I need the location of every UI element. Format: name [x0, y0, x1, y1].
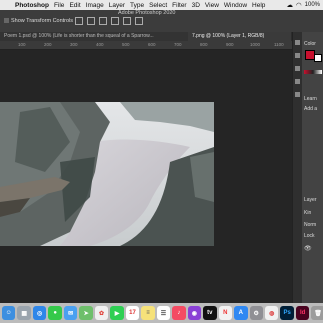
dock: ☺ ▦ ◎ ● ✉ ➤ ✿ ▶ 17 ≡ ☰ ♪ ◉ tv N A ⚙ ◍ Ps…: [0, 303, 323, 323]
background-swatch[interactable]: [314, 54, 322, 62]
facetime-icon[interactable]: ▶: [110, 306, 124, 320]
wifi-icon[interactable]: ◠: [296, 1, 302, 9]
window-title: [124, 0, 224, 10]
menu-help[interactable]: Help: [252, 2, 265, 9]
tab-poem[interactable]: Poem 1.psd @ 100% (Life is shorter than …: [0, 32, 188, 41]
safari-icon[interactable]: ◎: [32, 306, 47, 320]
menu-file[interactable]: File: [54, 2, 64, 9]
layers-tab[interactable]: Layer: [304, 197, 317, 203]
photoshop-icon[interactable]: Ps: [280, 306, 294, 320]
ruler-tick: 400: [96, 42, 104, 47]
news-icon[interactable]: N: [218, 306, 233, 320]
mail-icon[interactable]: ✉: [63, 306, 78, 320]
brush-tool-icon[interactable]: [295, 92, 300, 97]
menu-app[interactable]: Photoshop: [15, 2, 49, 9]
move-tool-icon[interactable]: [295, 40, 300, 45]
ruler-tick: 500: [122, 42, 130, 47]
tv-icon[interactable]: tv: [203, 306, 217, 320]
tool-panel: [292, 32, 302, 322]
kind-filter[interactable]: Kin: [304, 210, 311, 216]
music-icon[interactable]: ♪: [172, 306, 186, 320]
learn-add-text: Add a: [304, 106, 318, 112]
align-buttons: [75, 17, 143, 25]
layer-visibility-icon[interactable]: 👁: [304, 245, 312, 252]
trash-icon[interactable]: 🗑: [311, 306, 323, 320]
align-center-icon[interactable]: [87, 17, 95, 25]
show-transform-label: Show Transform Controls: [11, 18, 74, 24]
learn-tab[interactable]: Learn: [304, 96, 317, 102]
calendar-icon[interactable]: 17: [125, 306, 140, 320]
indesign-icon[interactable]: Id: [295, 306, 310, 320]
lasso-tool-icon[interactable]: [295, 66, 300, 71]
show-transform-checkbox[interactable]: [4, 18, 9, 23]
messages-icon[interactable]: ●: [48, 306, 62, 320]
blend-mode-select[interactable]: Norm: [304, 222, 316, 228]
crop-tool-icon[interactable]: [295, 79, 300, 84]
horizontal-ruler: 100 200 300 400 500 600 700 800 900 1000…: [0, 41, 301, 50]
align-top-icon[interactable]: [111, 17, 119, 25]
finder-icon[interactable]: ☺: [2, 306, 16, 320]
ruler-tick: 600: [148, 42, 156, 47]
right-panel: Color Learn Add a Layer Kin Norm Lock 👁: [302, 32, 323, 322]
status-icons: ☁ ◠ 100%: [286, 1, 320, 9]
launchpad-icon[interactable]: ▦: [17, 306, 31, 320]
align-right-icon[interactable]: [99, 17, 107, 25]
document-canvas[interactable]: [0, 102, 214, 246]
color-ramp[interactable]: [304, 70, 322, 74]
document-tabs: Poem 1.psd @ 100% (Life is shorter than …: [0, 32, 301, 41]
menu-window[interactable]: Window: [224, 2, 247, 9]
battery-percent: 100%: [304, 2, 320, 8]
align-middle-icon[interactable]: [123, 17, 131, 25]
menu-layer[interactable]: Layer: [109, 2, 125, 9]
ruler-tick: 100: [18, 42, 26, 47]
align-bottom-icon[interactable]: [135, 17, 143, 25]
marquee-tool-icon[interactable]: [295, 53, 300, 58]
lock-label: Lock: [304, 233, 315, 239]
chrome-icon[interactable]: ◍: [264, 306, 279, 320]
reminders-icon[interactable]: ☰: [156, 306, 171, 320]
notes-icon[interactable]: ≡: [141, 306, 155, 320]
landscape-photo: [0, 102, 214, 246]
options-bar: Adobe Photoshop 2020 Show Transform Cont…: [0, 10, 323, 33]
ruler-tick: 800: [200, 42, 208, 47]
color-tab[interactable]: Color: [304, 41, 316, 47]
ruler-tick: 200: [44, 42, 52, 47]
align-left-icon[interactable]: [75, 17, 83, 25]
maps-icon[interactable]: ➤: [79, 306, 93, 320]
podcasts-icon[interactable]: ◉: [187, 306, 202, 320]
system-preferences-icon[interactable]: ⚙: [249, 306, 263, 320]
menu-image[interactable]: Image: [86, 2, 104, 9]
photos-icon[interactable]: ✿: [94, 306, 109, 320]
window-title-text: Adobe Photoshop 2020: [118, 10, 176, 16]
app-store-icon[interactable]: A: [234, 306, 248, 320]
ruler-tick: 300: [70, 42, 78, 47]
ruler-tick: 1000: [250, 42, 261, 47]
ruler-tick: 700: [174, 42, 182, 47]
ruler-tick: 900: [226, 42, 234, 47]
menu-edit[interactable]: Edit: [69, 2, 80, 9]
creative-cloud-icon[interactable]: ☁: [286, 1, 293, 9]
tab-7png[interactable]: 7.png @ 100% (Layer 1, RGB/8): [188, 32, 291, 41]
ruler-tick: 1100: [274, 42, 284, 47]
